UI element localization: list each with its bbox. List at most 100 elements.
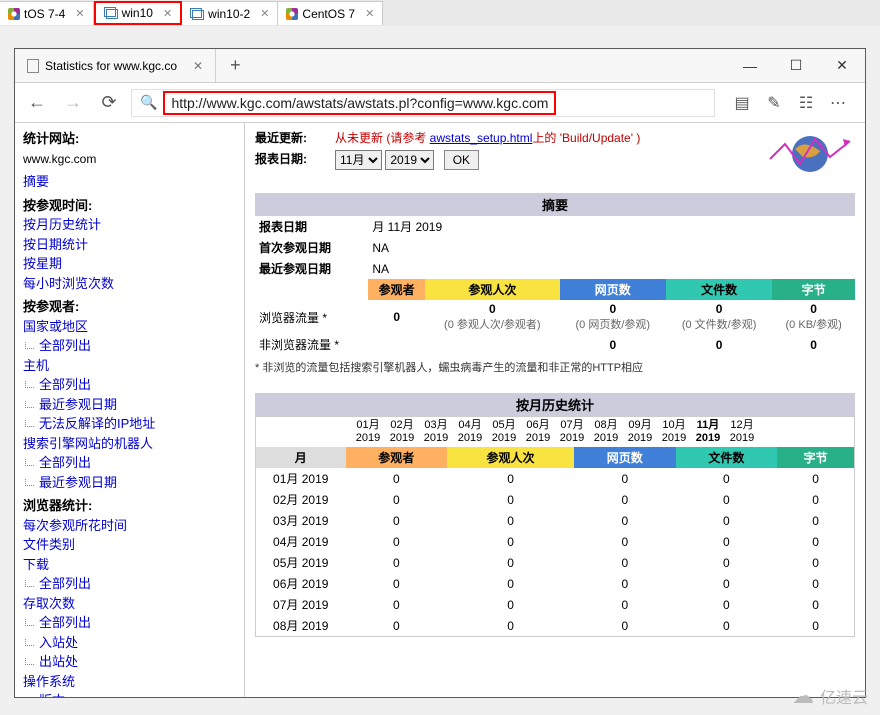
sub-pages: (0 网页数/参观): [576, 319, 651, 331]
reading-view-icon[interactable]: ▤: [733, 94, 751, 112]
monthly-value: 0: [346, 489, 448, 510]
month-label: 02月2019: [385, 419, 419, 445]
awstats-setup-link[interactable]: awstats_setup.html: [430, 131, 533, 145]
top-info: 最近更新: 从未更新 (请参考 awstats_setup.html上的 'Bu…: [255, 129, 855, 179]
sidebar-group-title[interactable]: 摘要: [23, 172, 236, 192]
sidebar-item[interactable]: 全部列出: [23, 574, 236, 594]
mcol-pages: 网页数: [574, 447, 676, 468]
back-button[interactable]: ←: [23, 89, 51, 117]
vm-tab[interactable]: win10 ✕: [94, 1, 183, 25]
last-update-prefix: 从未更新 (请参考: [335, 131, 430, 145]
month-label: 07月2019: [555, 419, 589, 445]
nonbrowser-row-label: 非浏览器流量 *: [255, 334, 368, 355]
close-icon[interactable]: ✕: [163, 7, 172, 20]
year-select[interactable]: 2019: [385, 150, 434, 170]
sidebar-item[interactable]: 下载: [23, 555, 236, 575]
monthly-value: 0: [346, 594, 448, 615]
sidebar-item[interactable]: 最近参观日期: [23, 395, 236, 415]
vm-tab-label: tOS 7-4: [24, 7, 65, 21]
monthly-row: 01月 201900000: [256, 468, 855, 489]
sidebar-item[interactable]: 全部列出: [23, 453, 236, 473]
close-icon[interactable]: ✕: [193, 59, 203, 73]
address-bar[interactable]: 🔍 http://www.kgc.com/awstats/awstats.pl?…: [131, 89, 715, 117]
monthly-value: 0: [346, 615, 448, 637]
sidebar-item[interactable]: 无法反解译的IP地址: [23, 414, 236, 434]
monthly-value: 0: [447, 552, 574, 573]
sidebar-item[interactable]: 操作系统: [23, 672, 236, 692]
hub-icon[interactable]: ☷: [797, 94, 815, 112]
refresh-button[interactable]: ⟳: [95, 89, 123, 117]
close-icon[interactable]: ✕: [75, 7, 84, 20]
vm-tab[interactable]: tOS 7-4 ✕: [0, 1, 94, 25]
sidebar-item[interactable]: 文件类别: [23, 535, 236, 555]
col-month: 月: [256, 447, 346, 468]
sub-visits: (0 参观人次/参观者): [444, 319, 541, 331]
sidebar-group-title: 按参观者:: [23, 297, 236, 317]
monthly-value: 0: [676, 552, 778, 573]
monthly-value: 0: [777, 489, 854, 510]
sidebar-item[interactable]: 搜索引擎网站的机器人: [23, 434, 236, 454]
monthly-table: 01月201902月201903月201904月201905月201906月20…: [255, 416, 855, 637]
month-cell: 07月 2019: [256, 594, 346, 615]
monthly-value: 0: [676, 594, 778, 615]
sidebar-group-title: 按参观时间:: [23, 196, 236, 216]
notes-icon[interactable]: ✎: [765, 94, 783, 112]
summary-note: * 非浏览的流量包括搜索引擎机器人，蠕虫病毒产生的流量和非正常的HTTP相应: [255, 359, 855, 375]
sidebar-item[interactable]: 最近参观日期: [23, 473, 236, 493]
sidebar-item[interactable]: 出站处: [23, 652, 236, 672]
vm-tab-label: win10: [122, 6, 153, 20]
close-icon[interactable]: ✕: [365, 7, 374, 20]
val-bytes: 0: [810, 302, 817, 316]
sidebar-item[interactable]: 入站处: [23, 633, 236, 653]
month-cell: 08月 2019: [256, 615, 346, 637]
sidebar-item[interactable]: 按星期: [23, 254, 236, 274]
ok-button[interactable]: OK: [444, 150, 479, 170]
nav-bar: ← → ⟳ 🔍 http://www.kgc.com/awstats/awsta…: [15, 83, 865, 123]
maximize-button[interactable]: ☐: [773, 49, 819, 83]
sidebar-item[interactable]: 版本: [23, 691, 236, 697]
new-tab-button[interactable]: +: [216, 55, 255, 76]
browser-tab-bar: Statistics for www.kgc.co ✕ + — ☐ ✕: [15, 49, 865, 83]
month-cell: 01月 2019: [256, 468, 346, 489]
page-content: 统计网站: www.kgc.com 摘要按参观时间:按月历史统计按日期统计按星期…: [15, 123, 865, 697]
vm-tab[interactable]: CentOS 7✕: [278, 1, 383, 25]
vm-tab[interactable]: win10-2✕: [182, 1, 278, 25]
col-visitors: 参观者: [368, 279, 425, 300]
monthly-value: 0: [777, 594, 854, 615]
browser-tab[interactable]: Statistics for www.kgc.co ✕: [15, 49, 216, 82]
meta-label: 首次参观日期: [255, 237, 368, 258]
monthly-value: 0: [447, 468, 574, 489]
monthly-row: 08月 201900000: [256, 615, 855, 637]
sidebar-item[interactable]: 存取次数: [23, 594, 236, 614]
sidebar-item[interactable]: 每小时浏览次数: [23, 274, 236, 294]
sidebar-item[interactable]: 按月历史统计: [23, 215, 236, 235]
monthly-value: 0: [777, 552, 854, 573]
month-label: 08月2019: [589, 419, 623, 445]
sidebar-item[interactable]: 全部列出: [23, 336, 236, 356]
last-update-value: 从未更新 (请参考 awstats_setup.html上的 'Build/Up…: [335, 129, 640, 146]
more-icon[interactable]: ⋯: [829, 94, 847, 112]
mcol-files: 文件数: [676, 447, 778, 468]
sidebar-item[interactable]: 主机: [23, 356, 236, 376]
meta-value: 月 11月 2019: [368, 216, 855, 237]
val-pages: 0: [609, 302, 616, 316]
val-visits: 0: [489, 302, 496, 316]
sidebar-item[interactable]: 全部列出: [23, 613, 236, 633]
watermark: ☁ 亿速云: [792, 683, 868, 709]
sidebar-item[interactable]: 国家或地区: [23, 317, 236, 337]
sub-bytes: (0 KB/参观): [786, 319, 842, 331]
sidebar-item[interactable]: 全部列出: [23, 375, 236, 395]
col-pages: 网页数: [560, 279, 666, 300]
nb-bytes: 0: [810, 338, 817, 352]
sidebar-item[interactable]: 按日期统计: [23, 235, 236, 255]
centos-icon: [286, 8, 298, 20]
close-button[interactable]: ✕: [819, 49, 865, 83]
month-label: 06月2019: [521, 419, 555, 445]
vm-tab-bar: tOS 7-4✕win10✕win10-2✕CentOS 7✕: [0, 0, 880, 26]
minimize-button[interactable]: —: [727, 49, 773, 83]
month-label: 03月2019: [419, 419, 453, 445]
monthly-value: 0: [777, 468, 854, 489]
sidebar-item[interactable]: 每次参观所花时间: [23, 516, 236, 536]
close-icon[interactable]: ✕: [260, 7, 269, 20]
month-select[interactable]: 11月: [335, 150, 382, 170]
